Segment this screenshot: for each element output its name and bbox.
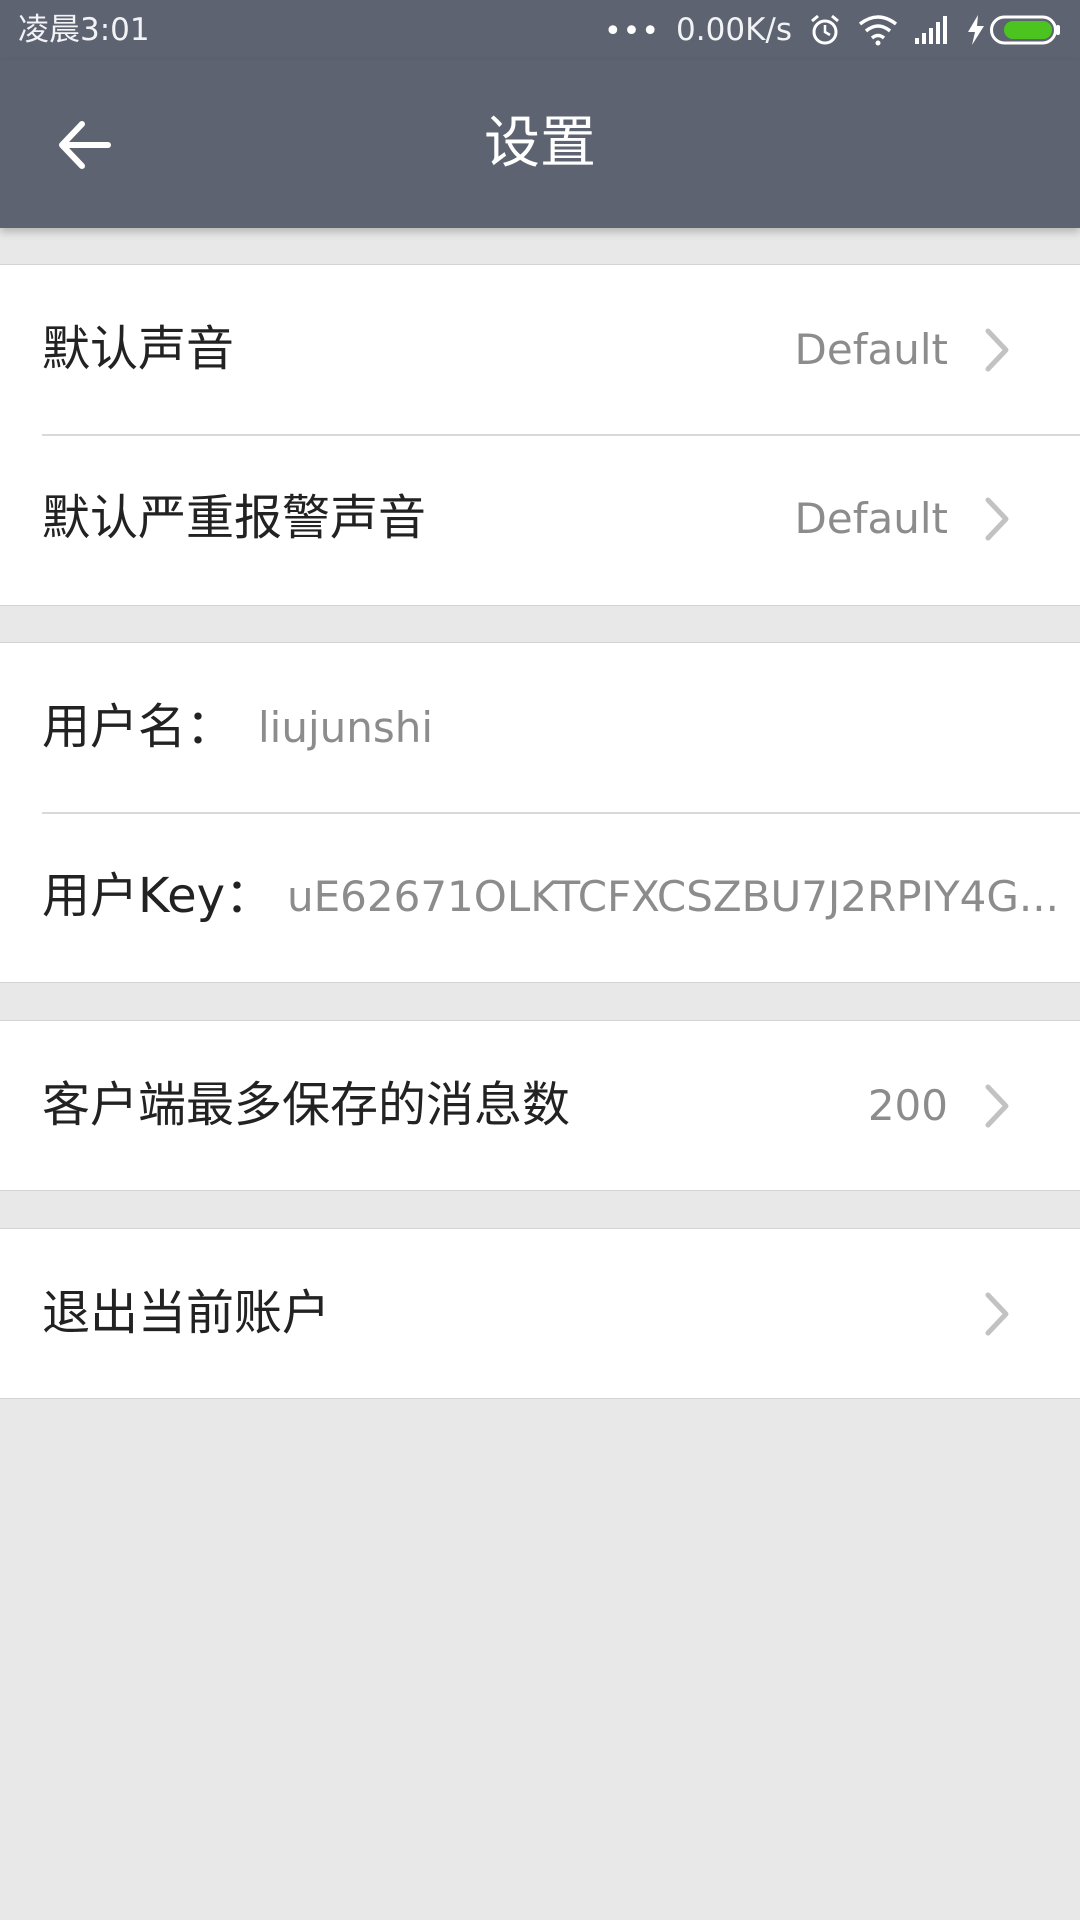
arrow-left-icon [59, 121, 111, 169]
severe-alarm-sound-label: 默认严重报警声音 [42, 490, 427, 546]
user-key-label: 用户Key： [42, 868, 274, 924]
more-notifications-icon: ••• [603, 14, 661, 49]
status-bar: 凌晨3:01 ••• 0.00K/s [0, 0, 1080, 60]
user-key-value: uE62671OLKTCFXCSZBU7J2RPIY4G... [287, 872, 1059, 921]
page-title: 设置 [484, 111, 596, 176]
default-sound-row[interactable]: 默认声音 Default [0, 265, 1080, 434]
logout-label: 退出当前账户 [42, 1285, 331, 1341]
chevron-right-icon [985, 1084, 1009, 1128]
chevron-right-icon [985, 328, 1009, 372]
username-row: 用户名： liujunshi [0, 643, 1080, 812]
wifi-icon [858, 15, 898, 46]
chevron-right-icon [985, 497, 1009, 541]
message-settings-section: 客户端最多保存的消息数 200 [0, 1020, 1080, 1191]
username-value: liujunshi [258, 703, 434, 752]
max-messages-row[interactable]: 客户端最多保存的消息数 200 [0, 1021, 1080, 1190]
back-button[interactable] [44, 110, 124, 180]
network-speed: 0.00K/s [676, 12, 792, 48]
severe-alarm-sound-value: Default [794, 494, 948, 543]
account-info-section: 用户名： liujunshi 用户Key： uE62671OLKTCFXCSZB… [0, 642, 1080, 983]
severe-alarm-sound-row[interactable]: 默认严重报警声音 Default [0, 434, 1080, 603]
app-header: 设置 [0, 60, 1080, 228]
logout-row[interactable]: 退出当前账户 [0, 1229, 1080, 1398]
username-label: 用户名： [42, 699, 235, 755]
user-key-row: 用户Key： uE62671OLKTCFXCSZBU7J2RPIY4G... [0, 812, 1080, 981]
default-sound-value: Default [794, 325, 948, 374]
chevron-right-icon [985, 1292, 1009, 1336]
default-sound-label: 默认声音 [42, 321, 235, 377]
status-icons: ••• 0.00K/s [588, 8, 1062, 52]
signal-icon [915, 16, 947, 44]
max-messages-value: 200 [867, 1081, 948, 1130]
charging-icon [968, 15, 984, 45]
logout-section: 退出当前账户 [0, 1228, 1080, 1399]
sound-settings-section: 默认声音 Default 默认严重报警声音 Default [0, 264, 1080, 606]
status-time: 凌晨3:01 [18, 12, 150, 48]
max-messages-label: 客户端最多保存的消息数 [42, 1077, 571, 1133]
battery-icon [990, 15, 1060, 45]
alarm-icon [811, 14, 839, 45]
